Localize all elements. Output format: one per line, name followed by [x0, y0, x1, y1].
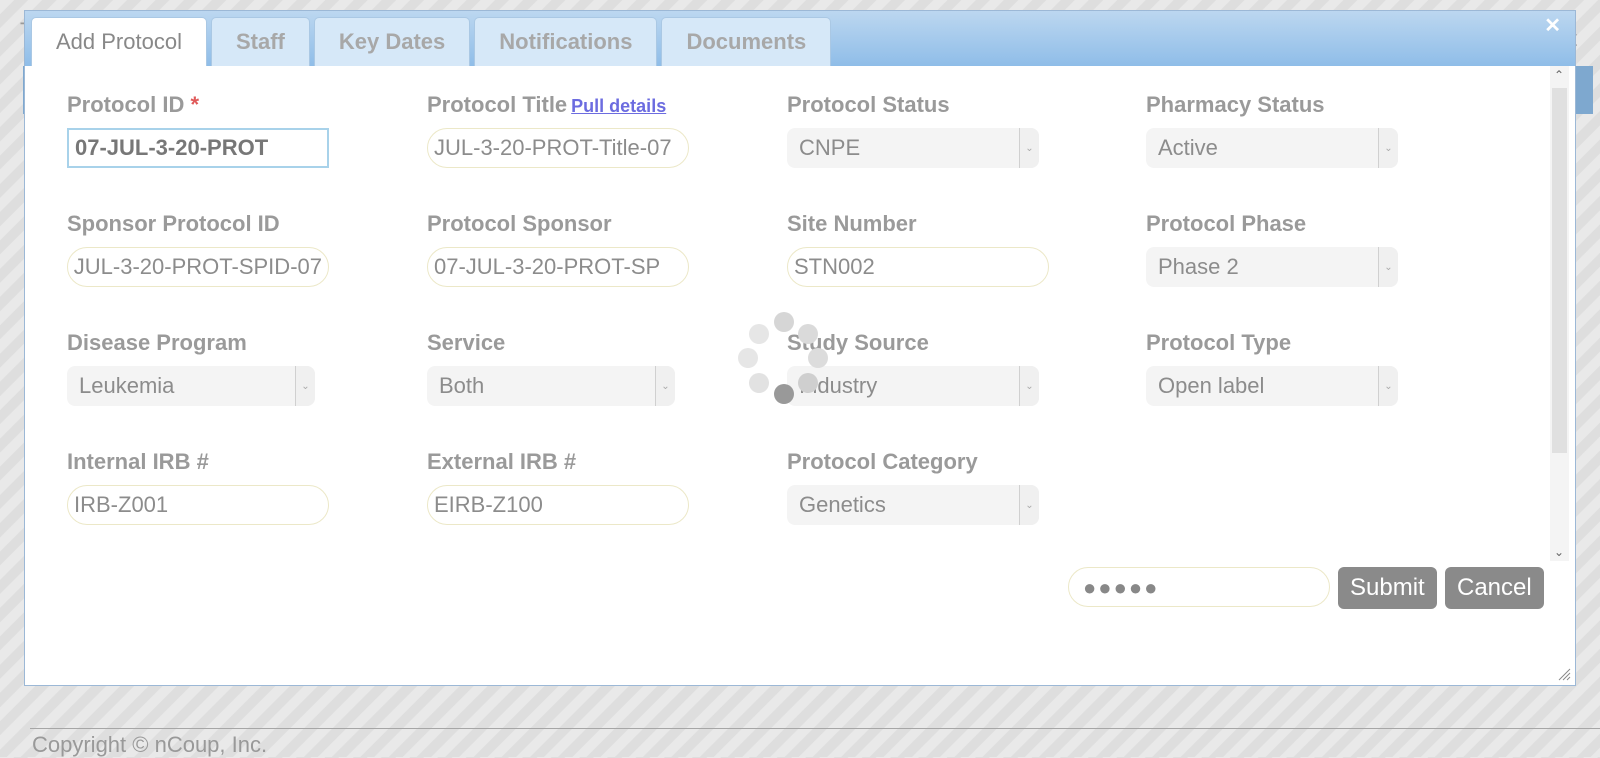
- chevron-down-icon[interactable]: ⌄: [1019, 485, 1039, 525]
- chevron-down-icon[interactable]: ⌄: [1378, 247, 1398, 287]
- resize-handle-icon[interactable]: [1557, 667, 1571, 681]
- spinner-dot: [749, 373, 769, 393]
- dialog-titlebar: Add Protocol Staff Key Dates Notificatio…: [25, 11, 1575, 66]
- protocol-title-field: Protocol Title Pull details: [427, 91, 689, 168]
- dialog-tabs: Add Protocol Staff Key Dates Notificatio…: [31, 17, 832, 66]
- chevron-down-icon[interactable]: ⌄: [1378, 366, 1398, 406]
- chevron-down-icon[interactable]: ⌄: [1019, 128, 1039, 168]
- spinner-dot: [808, 348, 828, 368]
- chevron-down-icon[interactable]: ⌄: [295, 366, 315, 406]
- site-number-field: Site Number: [787, 210, 1049, 287]
- protocol-status-label: Protocol Status: [787, 92, 950, 117]
- external-irb-input[interactable]: [427, 485, 689, 525]
- chevron-down-icon[interactable]: ⌄: [1378, 128, 1398, 168]
- scroll-up-icon[interactable]: ⌃: [1554, 68, 1564, 82]
- spinner-dot: [798, 373, 818, 393]
- cancel-button[interactable]: Cancel: [1445, 567, 1544, 609]
- copyright-text: Copyright © nCoup, Inc.: [32, 732, 268, 757]
- pharmacy-status-select[interactable]: Active ⌄: [1146, 128, 1398, 168]
- required-marker: *: [190, 92, 200, 117]
- tab-staff[interactable]: Staff: [210, 17, 310, 66]
- protocol-title-input[interactable]: [427, 128, 689, 168]
- service-select[interactable]: Both ⌄: [427, 366, 675, 406]
- protocol-sponsor-field: Protocol Sponsor: [427, 210, 689, 287]
- sponsor-protocol-id-label: Sponsor Protocol ID: [67, 211, 280, 236]
- protocol-category-value: Genetics: [799, 492, 886, 517]
- submit-button[interactable]: Submit: [1338, 567, 1437, 609]
- protocol-phase-value: Phase 2: [1158, 254, 1239, 279]
- protocol-type-select[interactable]: Open label ⌄: [1146, 366, 1398, 406]
- spinner-dot: [774, 312, 794, 332]
- password-field[interactable]: ●●●●●: [1068, 567, 1330, 607]
- protocol-phase-field: Protocol Phase Phase 2 ⌄: [1146, 210, 1398, 287]
- scrollbar-thumb[interactable]: [1552, 88, 1567, 453]
- protocol-status-field: Protocol Status CNPE ⌄: [787, 91, 1039, 168]
- disease-program-field: Disease Program Leukemia ⌄: [67, 329, 315, 406]
- protocol-type-value: Open label: [1158, 373, 1265, 398]
- protocol-type-field: Protocol Type Open label ⌄: [1146, 329, 1398, 406]
- pull-details-link[interactable]: Pull details: [571, 96, 666, 116]
- form-scrollbar[interactable]: ⌃ ⌄: [1550, 66, 1569, 561]
- chevron-down-icon[interactable]: ⌄: [1019, 366, 1039, 406]
- scroll-down-icon[interactable]: ⌄: [1554, 545, 1564, 559]
- service-field: Service Both ⌄: [427, 329, 675, 406]
- disease-program-label: Disease Program: [67, 330, 247, 355]
- protocol-id-label: Protocol ID *: [67, 92, 200, 117]
- spinner-dot: [738, 348, 758, 368]
- protocol-category-select[interactable]: Genetics ⌄: [787, 485, 1039, 525]
- tab-documents[interactable]: Documents: [661, 17, 832, 66]
- protocol-phase-label: Protocol Phase: [1146, 211, 1307, 236]
- internal-irb-input[interactable]: [67, 485, 329, 525]
- spinner-dot: [774, 384, 794, 404]
- protocol-id-field: Protocol ID *: [67, 91, 329, 168]
- tab-key-dates[interactable]: Key Dates: [313, 17, 471, 66]
- chevron-down-icon[interactable]: ⌄: [655, 366, 675, 406]
- protocol-title-label: Protocol Title Pull details: [427, 92, 667, 117]
- pharmacy-status-label: Pharmacy Status: [1146, 92, 1325, 117]
- external-irb-field: External IRB #: [427, 448, 689, 525]
- internal-irb-field: Internal IRB #: [67, 448, 329, 525]
- internal-irb-label: Internal IRB #: [67, 449, 209, 474]
- external-irb-label: External IRB #: [427, 449, 577, 474]
- tab-add-protocol[interactable]: Add Protocol: [31, 17, 207, 66]
- spinner-dot: [749, 324, 769, 344]
- pharmacy-status-value: Active: [1158, 135, 1218, 160]
- protocol-status-select[interactable]: CNPE ⌄: [787, 128, 1039, 168]
- loading-spinner-icon: [738, 310, 840, 410]
- protocol-sponsor-label: Protocol Sponsor: [427, 211, 612, 236]
- disease-program-value: Leukemia: [79, 373, 175, 398]
- site-number-label: Site Number: [787, 211, 917, 236]
- background-header-bar: [1573, 66, 1593, 114]
- protocol-phase-select[interactable]: Phase 2 ⌄: [1146, 247, 1398, 287]
- protocol-id-input[interactable]: [67, 128, 329, 168]
- tab-notifications[interactable]: Notifications: [474, 17, 658, 66]
- close-icon[interactable]: ✕: [1544, 13, 1561, 38]
- protocol-category-field: Protocol Category Genetics ⌄: [787, 448, 1039, 525]
- protocol-type-label: Protocol Type: [1146, 330, 1292, 355]
- site-number-input[interactable]: [787, 247, 1049, 287]
- disease-program-select[interactable]: Leukemia ⌄: [67, 366, 315, 406]
- protocol-category-label: Protocol Category: [787, 449, 978, 474]
- footer-divider: [30, 728, 1600, 729]
- service-label: Service: [427, 330, 506, 355]
- spinner-dot: [798, 324, 818, 344]
- sponsor-protocol-id-field: Sponsor Protocol ID: [67, 210, 329, 287]
- service-value: Both: [439, 373, 485, 398]
- pharmacy-status-field: Pharmacy Status Active ⌄: [1146, 91, 1398, 168]
- sponsor-protocol-id-input[interactable]: [67, 247, 329, 287]
- protocol-sponsor-input[interactable]: [427, 247, 689, 287]
- protocol-status-value: CNPE: [799, 135, 861, 160]
